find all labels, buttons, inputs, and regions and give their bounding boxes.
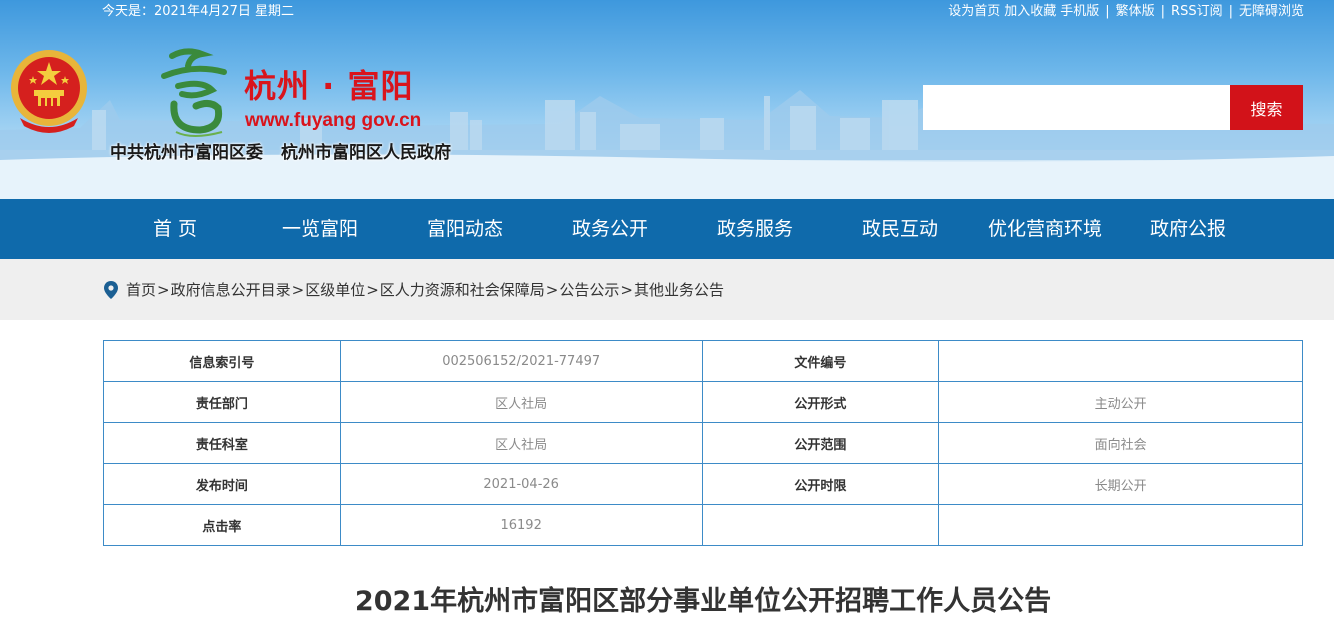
traditional-chinese-link[interactable]: 繁体版 — [1116, 3, 1155, 21]
separator: | — [1160, 4, 1166, 19]
nav-item-overview[interactable]: 一览富阳 — [250, 199, 390, 259]
nav-item-interaction[interactable]: 政民互动 — [830, 199, 970, 259]
department-label: 责任部门 — [103, 381, 341, 423]
click-count-label: 点击率 — [103, 504, 341, 546]
breadcrumb-home[interactable]: 首页 — [126, 279, 156, 300]
breadcrumb-separator: > — [157, 280, 170, 299]
article-title: 2021年杭州市富阳区部分事业单位公开招聘工作人员公告 — [354, 586, 1052, 617]
fuyang-logo-icon — [161, 48, 227, 137]
breadcrumb-separator: > — [366, 280, 379, 299]
site-name: 杭州 · 富阳 — [244, 67, 414, 105]
main-navigation: 首 页 一览富阳 富阳动态 政务公开 政务服务 政民互动 优化营商环境 政府公报 — [0, 199, 1334, 259]
click-count-value: 16192 — [339, 504, 703, 546]
breadcrumb-bar: 首页 > 政府信息公开目录 > 区级单位 > 区人力资源和社会保障局 > 公告公示 > 其… — [0, 259, 1334, 320]
index-number-label: 信息索引号 — [103, 340, 341, 382]
publish-date-value: 2021-04-26 — [339, 463, 703, 505]
header-banner: 今天是：2021年4月27日 星期二 设为首页 加入收藏 手机版 | 繁体版 |… — [0, 0, 1334, 199]
nav-item-government-affairs[interactable]: 政务公开 — [540, 199, 680, 259]
department-value: 区人社局 — [339, 381, 703, 423]
empty-cell — [938, 504, 1303, 546]
publicity-scope-label: 公开范围 — [701, 422, 940, 464]
current-date: 今天是：2021年4月27日 星期二 — [102, 4, 295, 19]
publish-date-label: 发布时间 — [103, 463, 341, 505]
table-row: 责任部门 区人社局 公开形式 主动公开 — [103, 381, 1303, 423]
table-row: 信息索引号 002506152/2021-77497 文件编号 — [103, 340, 1303, 382]
publicity-scope-value: 面向社会 — [938, 422, 1303, 464]
nav-item-home[interactable]: 首 页 — [105, 199, 245, 259]
breadcrumb-announcements[interactable]: 公告公示 — [559, 279, 619, 300]
document-number-label: 文件编号 — [701, 340, 940, 382]
nav-item-business-environment[interactable]: 优化营商环境 — [975, 199, 1115, 259]
government-name: 杭州市富阳区人民政府 — [281, 143, 451, 163]
nav-item-government-services[interactable]: 政务服务 — [685, 199, 825, 259]
section-value: 区人社局 — [339, 422, 703, 464]
table-row: 责任科室 区人社局 公开范围 面向社会 — [103, 422, 1303, 464]
separator: | — [1228, 4, 1233, 19]
set-home-link[interactable]: 设为首页 — [948, 3, 1000, 21]
rss-link[interactable]: RSS订阅 — [1171, 3, 1223, 21]
publicity-form-value: 主动公开 — [938, 381, 1303, 423]
empty-cell — [701, 504, 940, 546]
breadcrumb-separator: > — [291, 280, 305, 299]
publicity-period-label: 公开时限 — [701, 463, 940, 505]
document-info-table: 信息索引号 002506152/2021-77497 文件编号 责任部门 区人社… — [103, 340, 1303, 546]
national-emblem-icon — [11, 50, 87, 133]
breadcrumb-other-notices[interactable]: 其他业务公告 — [634, 279, 724, 300]
breadcrumb-separator: > — [545, 280, 559, 299]
breadcrumb-info-catalog[interactable]: 政府信息公开目录 — [171, 279, 291, 300]
nav-item-gazette[interactable]: 政府公报 — [1118, 199, 1258, 259]
map-pin-icon — [104, 280, 118, 299]
breadcrumb-hr-bureau[interactable]: 区人力资源和社会保障局 — [380, 279, 545, 300]
publicity-form-label: 公开形式 — [701, 381, 940, 423]
separator: | — [1105, 4, 1110, 19]
index-number-value: 002506152/2021-77497 — [339, 340, 703, 382]
breadcrumb-district-units[interactable]: 区级单位 — [305, 279, 365, 300]
breadcrumb: 首页 > 政府信息公开目录 > 区级单位 > 区人力资源和社会保障局 > 公告公示 > 其… — [104, 259, 724, 320]
publicity-period-value: 长期公开 — [938, 463, 1303, 505]
nav-item-news[interactable]: 富阳动态 — [395, 199, 535, 259]
utility-links: 设为首页 加入收藏 手机版 | 繁体版 | RSS订阅 | 无障碍浏览 — [948, 3, 1304, 21]
table-row: 发布时间 2021-04-26 公开时限 长期公开 — [103, 463, 1303, 505]
breadcrumb-separator: > — [620, 280, 633, 299]
organization-names: 中共杭州市富阳区委 杭州市富阳区人民政府 — [110, 143, 451, 163]
accessible-browsing-link[interactable]: 无障碍浏览 — [1239, 3, 1304, 21]
site-url: www.fuyang gov.cn — [245, 110, 422, 131]
search-button[interactable]: 搜索 — [1230, 85, 1303, 130]
section-label: 责任科室 — [103, 422, 341, 464]
document-number-value — [938, 340, 1303, 382]
party-committee-name: 中共杭州市富阳区委 — [110, 143, 263, 163]
search-input[interactable] — [923, 85, 1230, 130]
mobile-version-link[interactable]: 手机版 — [1060, 3, 1099, 21]
add-favorite-link[interactable]: 加入收藏 — [1004, 3, 1056, 21]
table-row: 点击率 16192 — [103, 504, 1303, 546]
